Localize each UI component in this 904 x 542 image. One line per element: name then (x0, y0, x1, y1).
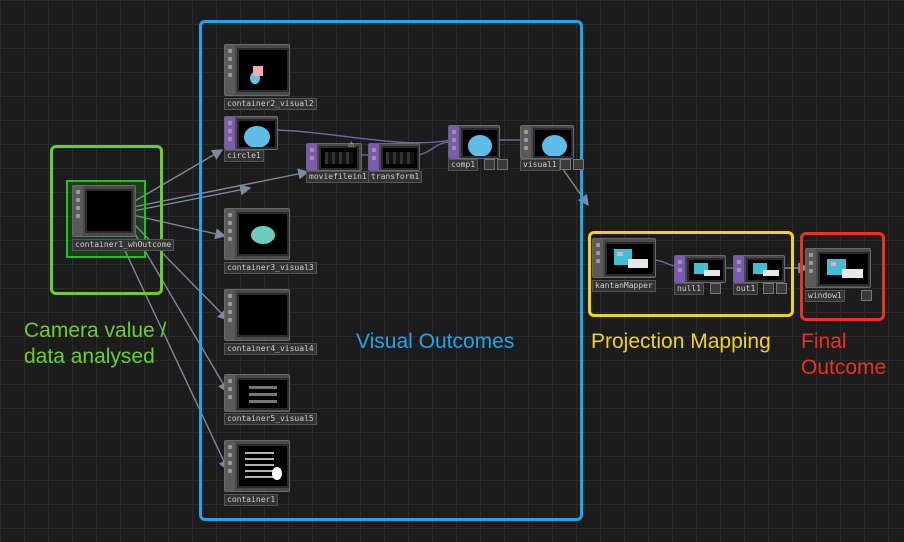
node-visual1[interactable]: visual1 (520, 125, 584, 171)
node-buttons[interactable] (560, 159, 584, 170)
node-viewer (85, 189, 133, 233)
node-window1[interactable]: window1 (805, 248, 872, 302)
node-label: circle1 (224, 150, 264, 162)
node-viewer (533, 128, 573, 158)
node-container1[interactable]: container1 (224, 440, 290, 506)
node-viewer (237, 444, 289, 488)
node-comp1[interactable]: comp1 (448, 125, 508, 171)
node-container4-visual4[interactable]: container4_visual4 (224, 289, 317, 355)
warning-icon[interactable]: ⚠ (348, 138, 355, 149)
node-viewer (381, 146, 419, 170)
node-viewer (237, 212, 289, 256)
node-viewer (237, 48, 289, 92)
node-buttons[interactable] (710, 283, 721, 294)
node-label: container5_visual5 (224, 413, 317, 425)
node-label: window1 (805, 290, 845, 302)
projection-mapping-label: Projection Mapping (591, 330, 771, 353)
node-viewer (237, 119, 277, 149)
node-buttons[interactable] (763, 283, 787, 294)
node-label: container3_visual3 (224, 262, 317, 274)
node-null1[interactable]: null1 (674, 255, 728, 295)
node-label: container1_whOutcome (72, 239, 175, 251)
node-label: container1 (224, 494, 279, 506)
node-label: comp1 (448, 159, 479, 171)
node-out1[interactable]: out1 (733, 255, 787, 295)
node-moviefilein1[interactable]: ⚠ moviefilein1 (306, 138, 370, 183)
node-viewer (237, 378, 289, 410)
node-label: container4_visual4 (224, 343, 317, 355)
node-side-strip (73, 186, 83, 236)
node-transform1[interactable]: transform1 (368, 143, 423, 183)
node-viewer (746, 258, 784, 282)
node-buttons[interactable] (484, 159, 508, 170)
node-container2-visual2[interactable]: container2_visual2 (224, 44, 317, 110)
node-container5-visual5[interactable]: container5_visual5 (224, 374, 317, 426)
visual-outcomes-label: Visual Outcomes (356, 330, 515, 353)
camera-group-label: Camera value / data analysed (24, 319, 167, 368)
node-viewer (818, 252, 870, 286)
node-label: container2_visual2 (224, 98, 317, 110)
node-container3-visual3[interactable]: container3_visual3 (224, 208, 317, 274)
node-label: moviefilein1 (306, 171, 370, 183)
final-outcome-label: Final Outcome (801, 330, 887, 379)
node-label: kantanMapper (592, 280, 656, 292)
node-label: transform1 (368, 171, 423, 183)
node-label: visual1 (520, 159, 560, 171)
node-viewer (605, 242, 655, 276)
node-container1-whoutcome[interactable]: container1_whOutcome (72, 185, 175, 251)
node-label: null1 (674, 283, 705, 295)
node-viewer (237, 293, 289, 337)
node-buttons[interactable] (861, 290, 872, 301)
node-viewer (687, 258, 725, 282)
node-viewer (461, 128, 499, 158)
node-circle1[interactable]: circle1 (224, 116, 280, 162)
node-label: out1 (733, 283, 759, 295)
node-kantanmapper[interactable]: kantanMapper (592, 238, 656, 292)
